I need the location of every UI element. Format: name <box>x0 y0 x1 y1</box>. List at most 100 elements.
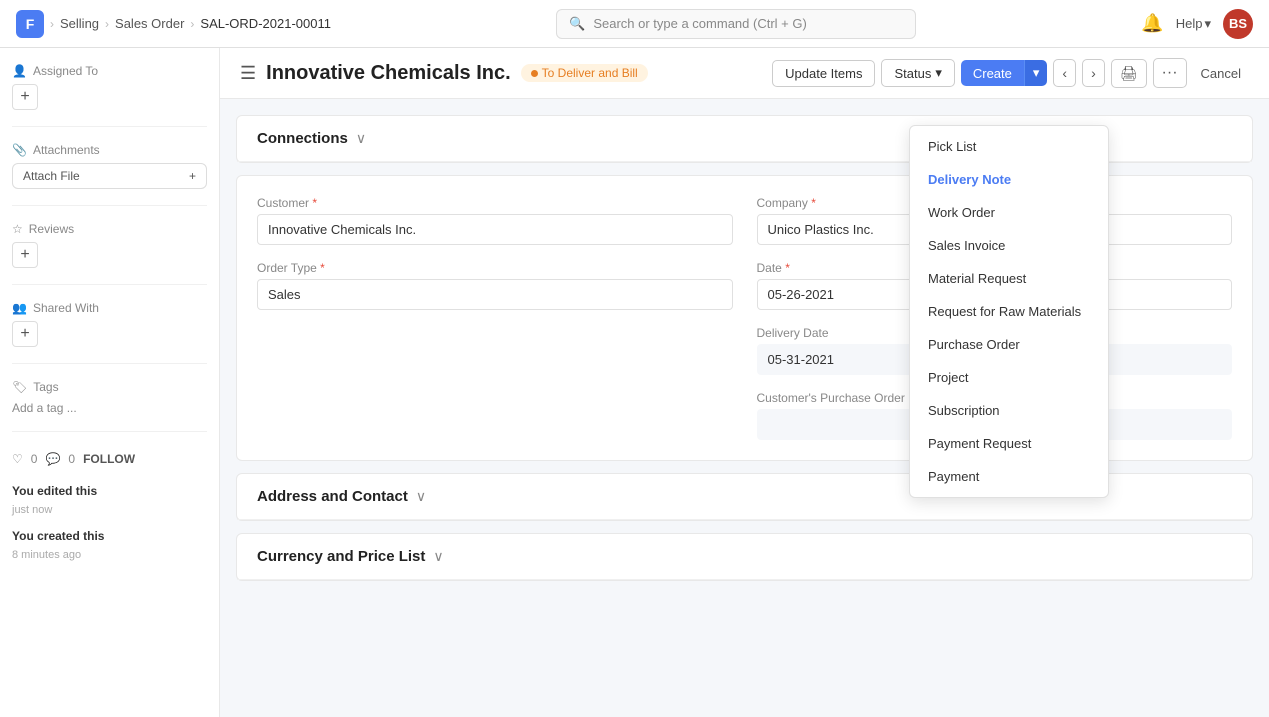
dropdown-item-work-order[interactable]: Work Order <box>910 196 1108 229</box>
person-icon: 👤 <box>12 64 27 78</box>
hamburger-button[interactable]: ☰ <box>240 63 256 84</box>
breadcrumb-sep-2: › <box>105 17 109 31</box>
create-button-group: Create ▾ <box>961 60 1048 86</box>
follow-button[interactable]: FOLLOW <box>83 452 135 466</box>
attachments-section: 📎 Attachments Attach File + <box>12 143 207 189</box>
cancel-button[interactable]: Cancel <box>1193 61 1249 86</box>
divider-3 <box>12 284 207 285</box>
activity-section: You edited this just now You created thi… <box>12 482 207 563</box>
create-dropdown-menu: Pick List Delivery Note Work Order Sales… <box>909 125 1109 498</box>
sidebar: 👤 Assigned To + 📎 Attachments Attach Fil… <box>0 48 220 717</box>
currency-title: Currency and Price List <box>257 548 425 565</box>
paperclip-icon: 📎 <box>12 143 27 157</box>
reviews-label: ☆ Reviews <box>12 222 207 236</box>
order-type-input[interactable] <box>257 279 733 310</box>
assigned-to-section: 👤 Assigned To + <box>12 64 207 110</box>
attachments-label: 📎 Attachments <box>12 143 207 157</box>
breadcrumb-sales-order[interactable]: Sales Order <box>115 16 184 31</box>
order-type-required: * <box>320 261 325 275</box>
divider-4 <box>12 363 207 364</box>
create-dropdown-button[interactable]: ▾ <box>1024 60 1048 86</box>
dropdown-item-sales-invoice[interactable]: Sales Invoice <box>910 229 1108 262</box>
notifications-button[interactable]: 🔔 <box>1141 13 1163 34</box>
app-icon[interactable]: F <box>16 10 44 38</box>
divider-5 <box>12 431 207 432</box>
dropdown-item-project[interactable]: Project <box>910 361 1108 394</box>
currency-section: Currency and Price List ∨ <box>236 533 1253 581</box>
address-title: Address and Contact <box>257 488 408 505</box>
search-area: 🔍 Search or type a command (Ctrl + G) <box>556 9 916 39</box>
connections-title: Connections <box>257 130 348 147</box>
breadcrumb-current: SAL-ORD-2021-00011 <box>200 16 331 31</box>
customer-input[interactable] <box>257 214 733 245</box>
user-avatar[interactable]: BS <box>1223 9 1253 39</box>
more-actions-button[interactable]: ··· <box>1153 58 1187 88</box>
like-count: 0 <box>31 452 38 466</box>
date-required: * <box>785 261 790 275</box>
search-placeholder: Search or type a command (Ctrl + G) <box>593 16 807 31</box>
add-assigned-button[interactable]: + <box>12 84 38 110</box>
add-tag-input[interactable]: Add a tag ... <box>12 401 77 415</box>
dropdown-item-subscription[interactable]: Subscription <box>910 394 1108 427</box>
company-required: * <box>811 196 816 210</box>
status-chevron-icon: ▾ <box>935 65 942 81</box>
tags-section: 🏷 Tags Add a tag ... <box>12 380 207 415</box>
share-icon: 👥 <box>12 301 27 315</box>
connections-toggle-icon: ∨ <box>356 130 366 147</box>
comment-icon: 💬 <box>45 452 60 466</box>
document-header: ☰ Innovative Chemicals Inc. To Deliver a… <box>220 48 1269 99</box>
help-chevron-icon: ▾ <box>1204 16 1211 32</box>
breadcrumb-sep-1: › <box>50 17 54 31</box>
top-navigation: F › Selling › Sales Order › SAL-ORD-2021… <box>0 0 1269 48</box>
star-icon: ☆ <box>12 222 23 236</box>
dropdown-item-request-raw-materials[interactable]: Request for Raw Materials <box>910 295 1108 328</box>
update-items-button[interactable]: Update Items <box>772 60 875 87</box>
comment-count: 0 <box>68 452 75 466</box>
main-layout: 👤 Assigned To + 📎 Attachments Attach Fil… <box>0 48 1269 717</box>
dropdown-item-payment[interactable]: Payment <box>910 460 1108 493</box>
add-shared-button[interactable]: + <box>12 321 38 347</box>
dropdown-item-material-request[interactable]: Material Request <box>910 262 1108 295</box>
currency-header[interactable]: Currency and Price List ∨ <box>237 534 1252 580</box>
print-button[interactable]: 🖨 <box>1111 59 1147 88</box>
address-toggle-icon: ∨ <box>416 488 426 505</box>
document-actions: Update Items Status ▾ Create ▾ ‹ › 🖨 ···… <box>772 58 1249 88</box>
status-badge: To Deliver and Bill <box>521 64 648 82</box>
reviews-section: ☆ Reviews + <box>12 222 207 268</box>
status-dot <box>531 70 538 77</box>
search-icon: 🔍 <box>569 16 585 32</box>
dropdown-item-pick-list[interactable]: Pick List <box>910 130 1108 163</box>
add-review-button[interactable]: + <box>12 242 38 268</box>
dropdown-item-purchase-order[interactable]: Purchase Order <box>910 328 1108 361</box>
status-button[interactable]: Status ▾ <box>881 59 954 87</box>
dropdown-item-payment-request[interactable]: Payment Request <box>910 427 1108 460</box>
content-area: ☰ Innovative Chemicals Inc. To Deliver a… <box>220 48 1269 717</box>
plus-icon: + <box>189 169 196 183</box>
shared-with-label: 👥 Shared With <box>12 301 207 315</box>
document-title: Innovative Chemicals Inc. <box>266 62 511 85</box>
create-button[interactable]: Create <box>961 60 1024 86</box>
order-type-field: Order Type * <box>257 261 733 310</box>
doc-title-row: ☰ Innovative Chemicals Inc. To Deliver a… <box>240 62 648 85</box>
dropdown-item-delivery-note[interactable]: Delivery Note <box>910 163 1108 196</box>
divider-1 <box>12 126 207 127</box>
tag-icon: 🏷 <box>12 380 27 394</box>
help-button[interactable]: Help ▾ <box>1176 16 1211 32</box>
divider-2 <box>12 205 207 206</box>
assigned-to-label: 👤 Assigned To <box>12 64 207 78</box>
follow-row: ♡ 0 💬 0 FOLLOW <box>12 452 207 466</box>
attach-file-button[interactable]: Attach File + <box>12 163 207 189</box>
next-button[interactable]: › <box>1082 59 1105 87</box>
like-icon: ♡ <box>12 452 23 466</box>
breadcrumb-area: F › Selling › Sales Order › SAL-ORD-2021… <box>16 10 331 38</box>
tags-label: 🏷 Tags <box>12 380 207 394</box>
activity-item-0: You edited this just now <box>12 482 207 519</box>
order-type-label: Order Type * <box>257 261 733 275</box>
search-bar[interactable]: 🔍 Search or type a command (Ctrl + G) <box>556 9 916 39</box>
currency-toggle-icon: ∨ <box>433 548 443 565</box>
customer-required: * <box>312 196 317 210</box>
breadcrumb-sep-3: › <box>190 17 194 31</box>
breadcrumb-selling[interactable]: Selling <box>60 16 99 31</box>
prev-button[interactable]: ‹ <box>1053 59 1076 87</box>
shared-with-section: 👥 Shared With + <box>12 301 207 347</box>
